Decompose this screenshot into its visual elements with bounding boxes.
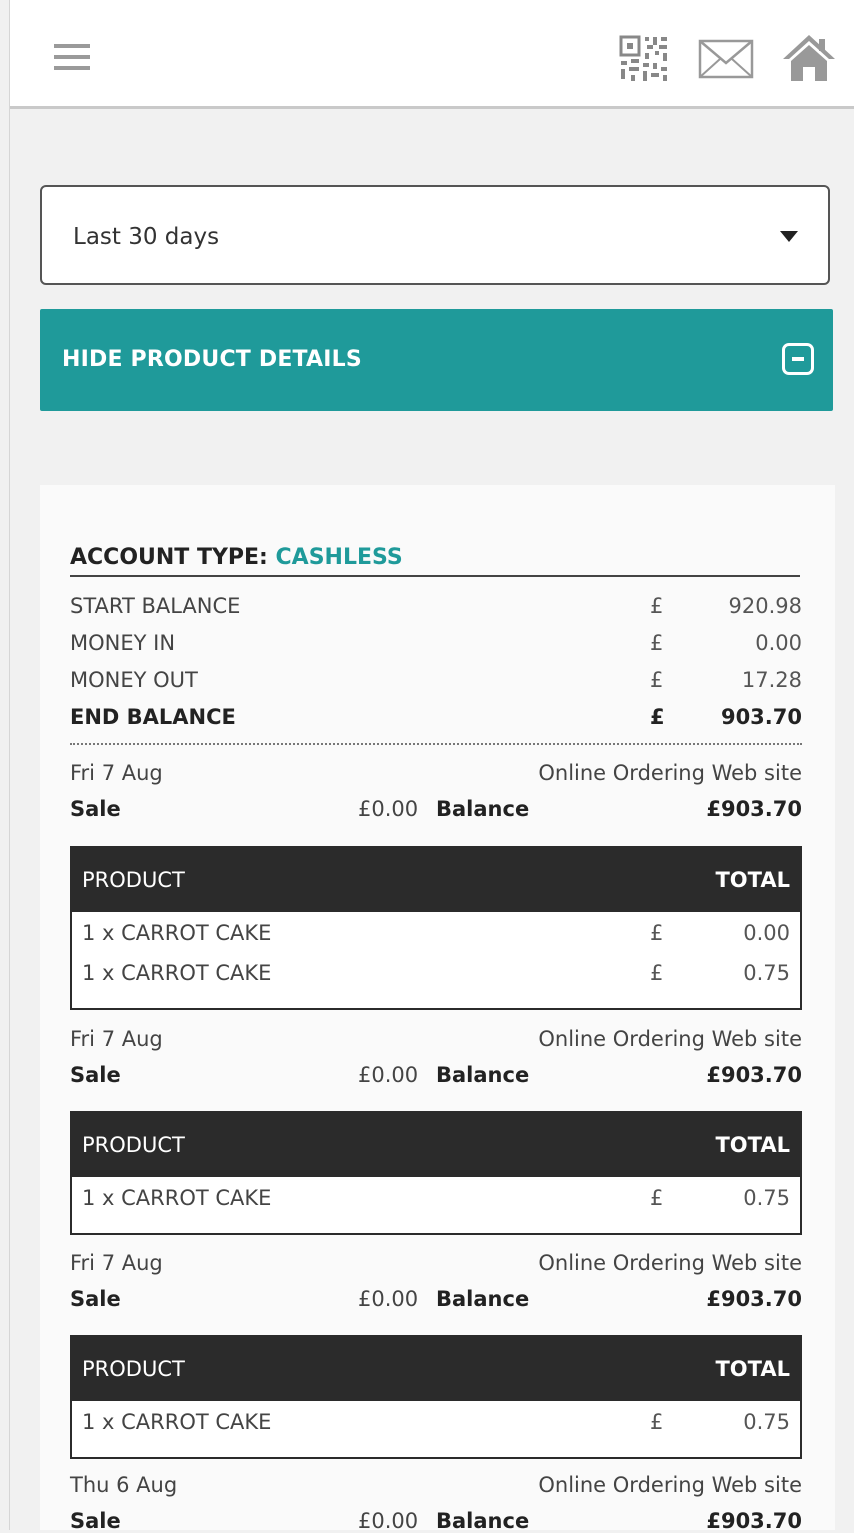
product-total: 0.75 (743, 1410, 790, 1434)
statement-card: ACCOUNT TYPE: CASHLESS START BALANCE £ 9… (40, 485, 835, 1533)
account-type-heading: ACCOUNT TYPE: CASHLESS (70, 545, 800, 577)
account-type-label: ACCOUNT TYPE: (70, 545, 268, 570)
summary-label: END BALANCE (70, 705, 236, 729)
product-table-header: PRODUCT TOTAL (72, 848, 800, 912)
transaction-amount: £0.00 (358, 1287, 419, 1311)
transaction-date: Fri 7 Aug (70, 1027, 163, 1051)
summary-currency: £ (650, 631, 664, 655)
transaction-type: Sale (70, 1063, 121, 1087)
product-column-header: PRODUCT (82, 1133, 185, 1157)
product-table-header: PRODUCT TOTAL (72, 1337, 800, 1401)
home-icon[interactable] (779, 33, 839, 85)
product-column-header: PRODUCT (82, 1357, 185, 1381)
toggle-label: HIDE PRODUCT DETAILS (62, 347, 362, 372)
transaction-date: Fri 7 Aug (70, 1251, 163, 1275)
total-column-header: TOTAL (715, 1133, 790, 1157)
transaction-source: Online Ordering Web site (538, 1251, 802, 1275)
transaction-source: Online Ordering Web site (538, 1027, 802, 1051)
summary-currency: £ (650, 705, 665, 729)
dotted-divider (70, 743, 802, 745)
product-name: 1 x CARROT CAKE (82, 1410, 272, 1434)
product-currency: £ (650, 961, 664, 985)
transaction-amount: £0.00 (358, 1509, 419, 1533)
left-edge (0, 0, 10, 1530)
product-column-header: PRODUCT (82, 868, 185, 892)
summary-value: 903.70 (720, 705, 802, 729)
transaction-date: Thu 6 Aug (70, 1473, 178, 1497)
summary-value: 920.98 (728, 594, 802, 618)
transaction-amount: £0.00 (358, 797, 419, 821)
summary-currency: £ (650, 668, 664, 692)
summary-currency: £ (650, 594, 664, 618)
transaction-amount: £0.00 (358, 1063, 419, 1087)
transaction-source: Online Ordering Web site (538, 1473, 802, 1497)
balance-value: £903.70 (706, 1287, 802, 1311)
product-total: 0.00 (743, 921, 790, 945)
total-column-header: TOTAL (715, 1357, 790, 1381)
product-table: PRODUCT TOTAL 1 x CARROT CAKE £ 0.00 1 x… (70, 846, 802, 1010)
minus-box-icon (782, 343, 814, 375)
caret-down-icon (780, 231, 798, 242)
product-total: 0.75 (743, 1186, 790, 1210)
summary-row: MONEY IN £ 0.00 (70, 631, 802, 661)
product-name: 1 x CARROT CAKE (82, 961, 272, 985)
product-currency: £ (650, 1186, 664, 1210)
balance-value: £903.70 (706, 797, 802, 821)
product-table: PRODUCT TOTAL 1 x CARROT CAKE £ 0.75 (70, 1111, 802, 1235)
product-name: 1 x CARROT CAKE (82, 921, 272, 945)
hide-product-details-button[interactable]: HIDE PRODUCT DETAILS (40, 309, 833, 411)
product-total: 0.75 (743, 961, 790, 985)
summary-row-end-balance: END BALANCE £ 903.70 (70, 705, 802, 735)
transaction-type: Sale (70, 797, 121, 821)
summary-row: MONEY OUT £ 17.28 (70, 668, 802, 698)
product-currency: £ (650, 921, 664, 945)
balance-label: Balance (436, 1509, 530, 1533)
summary-row: START BALANCE £ 920.98 (70, 594, 802, 624)
balance-label: Balance (436, 1063, 530, 1087)
account-type-value: CASHLESS (275, 545, 403, 570)
mail-icon[interactable] (694, 33, 758, 85)
balance-value: £903.70 (706, 1509, 802, 1533)
transaction-source: Online Ordering Web site (538, 761, 802, 785)
transaction-type: Sale (70, 1287, 121, 1311)
product-row: 1 x CARROT CAKE £ 0.75 (72, 1403, 800, 1443)
product-name: 1 x CARROT CAKE (82, 1186, 272, 1210)
product-row: 1 x CARROT CAKE £ 0.75 (72, 954, 800, 994)
balance-value: £903.70 (706, 1063, 802, 1087)
summary-value: 17.28 (741, 668, 802, 692)
hamburger-icon[interactable] (54, 44, 100, 78)
summary-label: MONEY OUT (70, 668, 198, 692)
summary-label: MONEY IN (70, 631, 176, 655)
date-range-value: Last 30 days (73, 224, 220, 250)
product-currency: £ (650, 1410, 664, 1434)
product-table-header: PRODUCT TOTAL (72, 1113, 800, 1177)
summary-value: 0.00 (755, 631, 802, 655)
balance-label: Balance (436, 797, 530, 821)
summary-label: START BALANCE (70, 594, 241, 618)
qr-code-icon[interactable] (613, 33, 673, 85)
balance-label: Balance (436, 1287, 530, 1311)
product-table: PRODUCT TOTAL 1 x CARROT CAKE £ 0.75 (70, 1335, 802, 1459)
transaction-type: Sale (70, 1509, 121, 1533)
product-row: 1 x CARROT CAKE £ 0.75 (72, 1179, 800, 1219)
top-bar (10, 0, 854, 109)
product-row: 1 x CARROT CAKE £ 0.00 (72, 914, 800, 954)
date-range-dropdown[interactable]: Last 30 days (40, 185, 830, 285)
transaction-date: Fri 7 Aug (70, 761, 163, 785)
total-column-header: TOTAL (715, 868, 790, 892)
